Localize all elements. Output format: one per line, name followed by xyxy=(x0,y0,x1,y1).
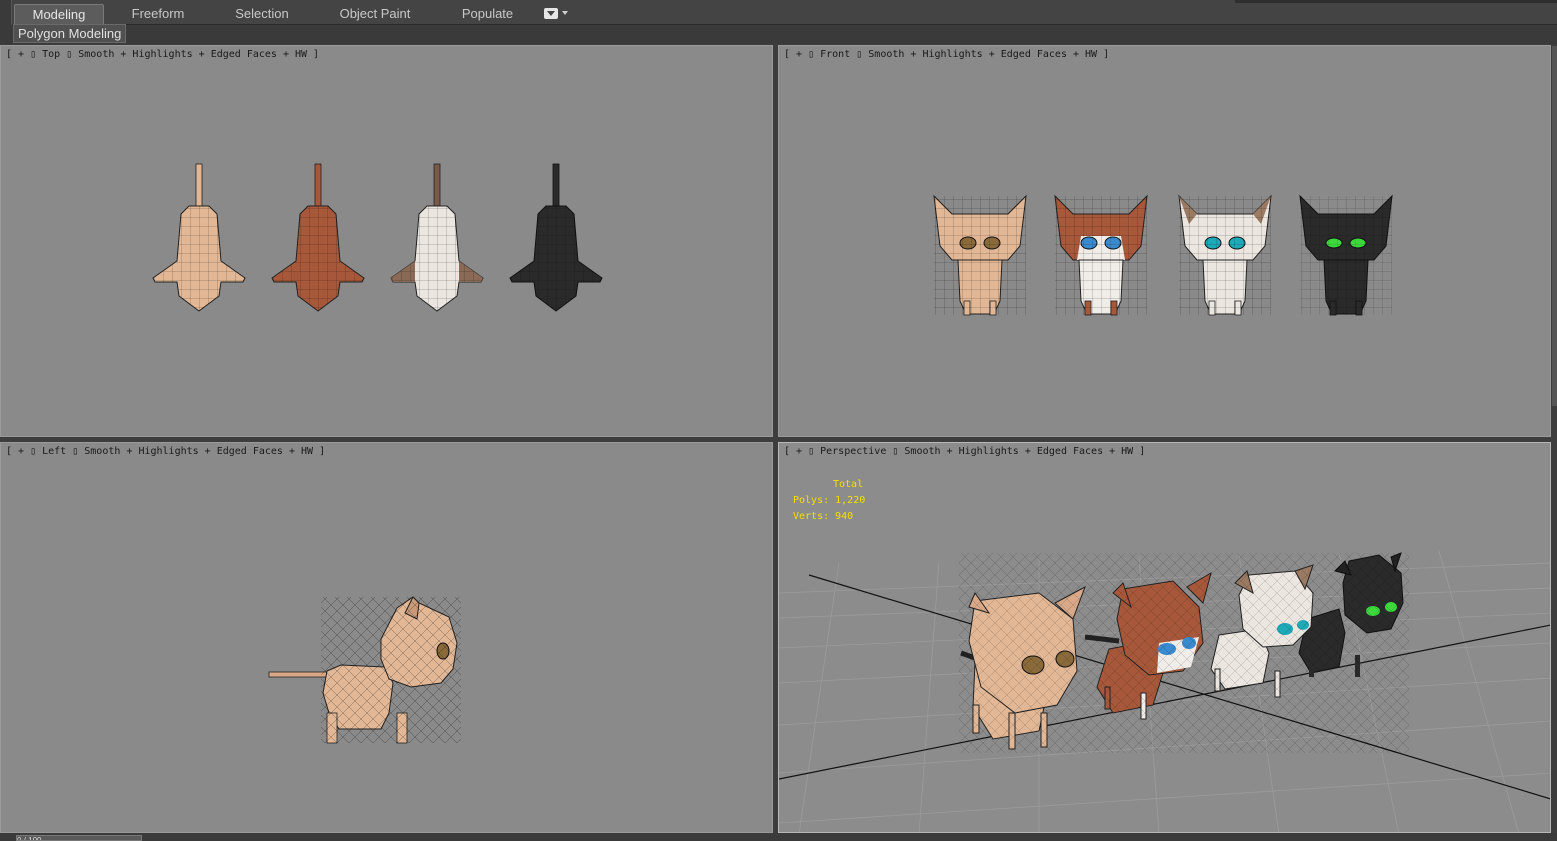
viewport-front-scene xyxy=(933,194,1393,316)
viewport-front[interactable]: [ + ▯ Front ▯ Smooth + Highlights + Edge… xyxy=(778,45,1551,437)
tab-modeling[interactable]: Modeling xyxy=(14,4,104,24)
viewport-top[interactable]: [ + ▯ Top ▯ Smooth + Highlights + Edged … xyxy=(0,45,773,437)
ribbon-options-dropdown-icon[interactable] xyxy=(542,7,570,21)
time-slider-bar xyxy=(0,833,1557,841)
ribbon-grip[interactable] xyxy=(0,0,12,25)
top-view-tan-cat xyxy=(152,163,246,312)
viewport-left[interactable]: [ + ▯ Left ▯ Smooth + Highlights + Edged… xyxy=(0,442,773,833)
top-view-black-cat xyxy=(509,163,603,312)
top-view-calico-cat xyxy=(271,163,365,312)
viewport-scrollbar[interactable] xyxy=(1552,46,1557,406)
left-view-tan-cat xyxy=(268,596,461,744)
tab-selection[interactable]: Selection xyxy=(222,4,302,24)
ribbon-tab-bar: Modeling Freeform Selection Object Paint… xyxy=(0,0,1557,25)
front-view-black-cat xyxy=(1299,194,1393,316)
time-slider[interactable]: 0 / 100 xyxy=(16,835,142,841)
viewport-left-scene xyxy=(268,596,461,744)
viewport-top-scene xyxy=(152,163,603,312)
tab-freeform[interactable]: Freeform xyxy=(118,4,198,24)
polygon-modeling-panel-button[interactable]: Polygon Modeling xyxy=(13,24,127,43)
ribbon-panel-bar xyxy=(0,25,1557,44)
front-view-calico-cat xyxy=(1054,194,1148,316)
front-view-white-cat xyxy=(1178,194,1272,316)
front-view-tan-cat xyxy=(933,194,1027,316)
viewport-perspective-scene xyxy=(779,550,1550,832)
tab-populate[interactable]: Populate xyxy=(450,4,525,24)
viewport-perspective[interactable]: [ + ▯ Perspective ▯ Smooth + Highlights … xyxy=(778,442,1551,833)
top-view-white-cat xyxy=(390,163,484,312)
tab-object-paint[interactable]: Object Paint xyxy=(330,4,420,24)
